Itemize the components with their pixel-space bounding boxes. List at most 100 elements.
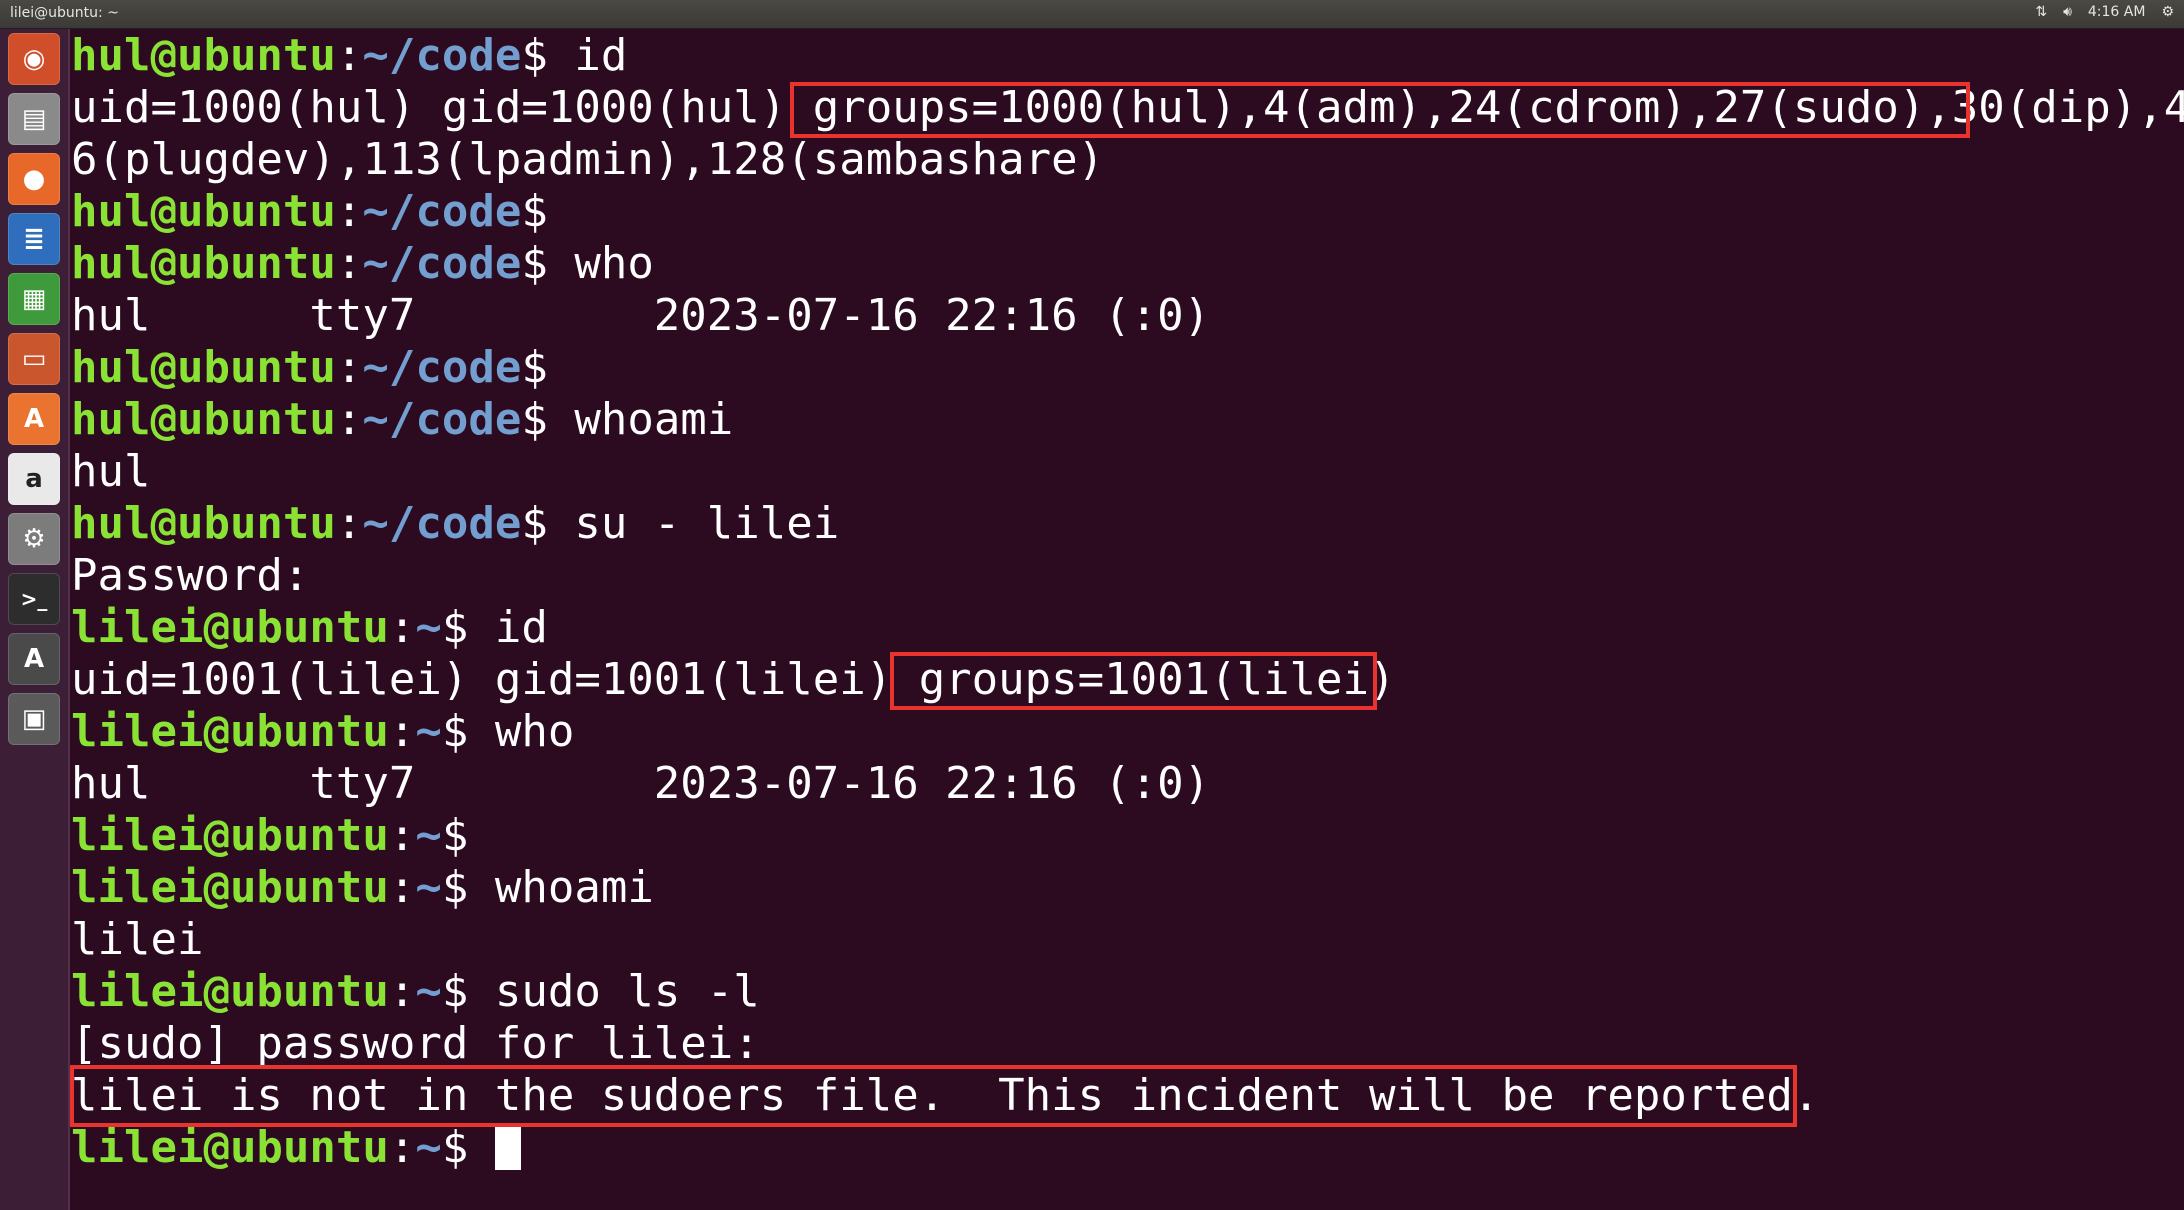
amazon-icon[interactable]: a: [8, 453, 60, 505]
impress-icon[interactable]: ▭: [8, 333, 60, 385]
indicator-area: ⇅ 🔊︎ 4:16 AM ⚙: [2035, 4, 2174, 20]
command-text: id: [468, 602, 548, 653]
prompt-symbol: $: [521, 30, 548, 81]
prompt-symbol: $: [441, 706, 469, 757]
prompt-symbol: $: [521, 238, 548, 289]
prompt-symbol: $: [441, 862, 469, 913]
prompt-symbol: $: [441, 1122, 469, 1173]
terminal-line: hul@ubuntu:~/code$ whoami: [71, 394, 733, 446]
top-panel: lilei@ubuntu: ~ ⇅ 🔊︎ 4:16 AM ⚙: [0, 0, 2184, 29]
prompt-sep: :: [388, 862, 416, 913]
prompt-user: hul@ubuntu: [71, 498, 336, 549]
prompt-user: lilei@ubuntu: [71, 1122, 389, 1173]
command-text: whoami: [468, 862, 654, 913]
terminal-line: lilei@ubuntu:~$: [71, 1122, 521, 1174]
files-icon[interactable]: ▤: [8, 93, 60, 145]
firefox-icon[interactable]: ●: [8, 153, 60, 205]
output-line: [sudo] password for lilei:: [71, 1018, 760, 1069]
terminal-line: lilei@ubuntu:~$: [71, 810, 468, 862]
command-text: sudo ls -l: [468, 966, 760, 1017]
terminal-line: lilei@ubuntu:~$ id: [71, 602, 548, 654]
output-line: Password:: [71, 550, 310, 601]
prompt-user: lilei@ubuntu: [71, 706, 389, 757]
volume-icon[interactable]: 🔊︎: [2063, 4, 2072, 20]
prompt-path: ~/code: [362, 238, 522, 289]
command-text: who: [547, 238, 654, 289]
output-line: hul tty7 2023-07-16 22:16 (:0): [71, 290, 1211, 341]
prompt-symbol: $: [521, 342, 548, 393]
highlight-lilei-groups: [890, 652, 1377, 710]
text-cursor: [494, 1126, 521, 1170]
clock[interactable]: 4:16 AM: [2088, 4, 2146, 20]
prompt-symbol: $: [441, 810, 469, 861]
ubuntu-dash-icon[interactable]: ◉: [8, 33, 60, 85]
terminal-line: hul@ubuntu:~/code$ id: [71, 30, 627, 82]
terminal-line: lilei@ubuntu:~$ who: [71, 706, 574, 758]
prompt-symbol: $: [441, 602, 469, 653]
prompt-sep: :: [335, 238, 363, 289]
prompt-path: ~/code: [362, 394, 522, 445]
terminal-line: lilei@ubuntu:~$ whoami: [71, 862, 654, 914]
prompt-user: lilei@ubuntu: [71, 862, 389, 913]
prompt-sep: :: [335, 186, 363, 237]
prompt-user: lilei@ubuntu: [71, 602, 389, 653]
prompt-sep: :: [388, 706, 416, 757]
system-settings-icon[interactable]: ⚙: [8, 513, 60, 565]
terminal-line: hul@ubuntu:~/code$ su - lilei: [71, 498, 839, 550]
prompt-symbol: $: [521, 394, 548, 445]
prompt-path: ~: [415, 706, 442, 757]
prompt-path: ~: [415, 966, 442, 1017]
prompt-user: lilei@ubuntu: [71, 810, 389, 861]
prompt-sep: :: [335, 394, 363, 445]
highlight-sudoers-error: [70, 1065, 1797, 1127]
writer-icon[interactable]: ≣: [8, 213, 60, 265]
output-line: hul: [71, 446, 151, 497]
command-text: whoami: [547, 394, 734, 445]
prompt-path: ~: [415, 862, 442, 913]
calc-icon[interactable]: ▦: [8, 273, 60, 325]
prompt-path: ~: [415, 1122, 442, 1173]
prompt-user: hul@ubuntu: [71, 238, 336, 289]
prompt-path: ~/code: [362, 342, 522, 393]
prompt-sep: :: [335, 498, 363, 549]
launcher: ◉ ▤ ● ≣ ▦ ▭ Aa ⚙ >_ A ▣: [0, 29, 70, 1210]
prompt-symbol: $: [521, 498, 548, 549]
prompt-user: lilei@ubuntu: [71, 966, 389, 1017]
prompt-path: ~: [415, 602, 442, 653]
window-title: lilei@ubuntu: ~: [10, 5, 119, 21]
prompt-symbol: $: [521, 186, 548, 237]
command-text: id: [547, 30, 628, 81]
prompt-sep: :: [388, 810, 416, 861]
software-updater-icon[interactable]: A: [8, 633, 60, 685]
prompt-user: hul@ubuntu: [71, 342, 336, 393]
prompt-path: ~: [415, 810, 442, 861]
highlight-hul-groups: [790, 82, 1970, 138]
prompt-sep: :: [335, 30, 363, 81]
output-line: lilei: [71, 914, 204, 965]
terminal-icon[interactable]: >_: [8, 573, 60, 625]
command-text: su - lilei: [547, 498, 840, 549]
software-center-icon[interactable]: A: [8, 393, 60, 445]
terminal-line: lilei@ubuntu:~$ sudo ls -l: [71, 966, 760, 1018]
prompt-symbol: $: [441, 966, 469, 1017]
terminal-line: hul@ubuntu:~/code$ who: [71, 238, 654, 290]
command-text: who: [468, 706, 575, 757]
settings-gear-icon[interactable]: ⚙: [2161, 4, 2174, 20]
terminal-line: hul@ubuntu:~/code$: [71, 342, 548, 394]
prompt-user: hul@ubuntu: [71, 186, 336, 237]
prompt-user: hul@ubuntu: [71, 394, 336, 445]
prompt-path: ~/code: [362, 498, 522, 549]
prompt-path: ~/code: [362, 186, 522, 237]
prompt-user: hul@ubuntu: [71, 30, 336, 81]
prompt-sep: :: [388, 602, 416, 653]
prompt-path: ~/code: [362, 30, 522, 81]
terminal[interactable]: hul@ubuntu:~/code$ id uid=1000(hul) gid=…: [70, 30, 2184, 1210]
output-line: hul tty7 2023-07-16 22:16 (:0): [71, 758, 1211, 809]
prompt-sep: :: [335, 342, 363, 393]
network-icon[interactable]: ⇅: [2035, 4, 2047, 20]
save-disk-icon[interactable]: ▣: [8, 693, 60, 745]
prompt-sep: :: [388, 1122, 416, 1173]
prompt-sep: :: [388, 966, 416, 1017]
output-line: 6(plugdev),113(lpadmin),128(sambashare): [71, 134, 1105, 185]
terminal-line: hul@ubuntu:~/code$: [71, 186, 548, 238]
